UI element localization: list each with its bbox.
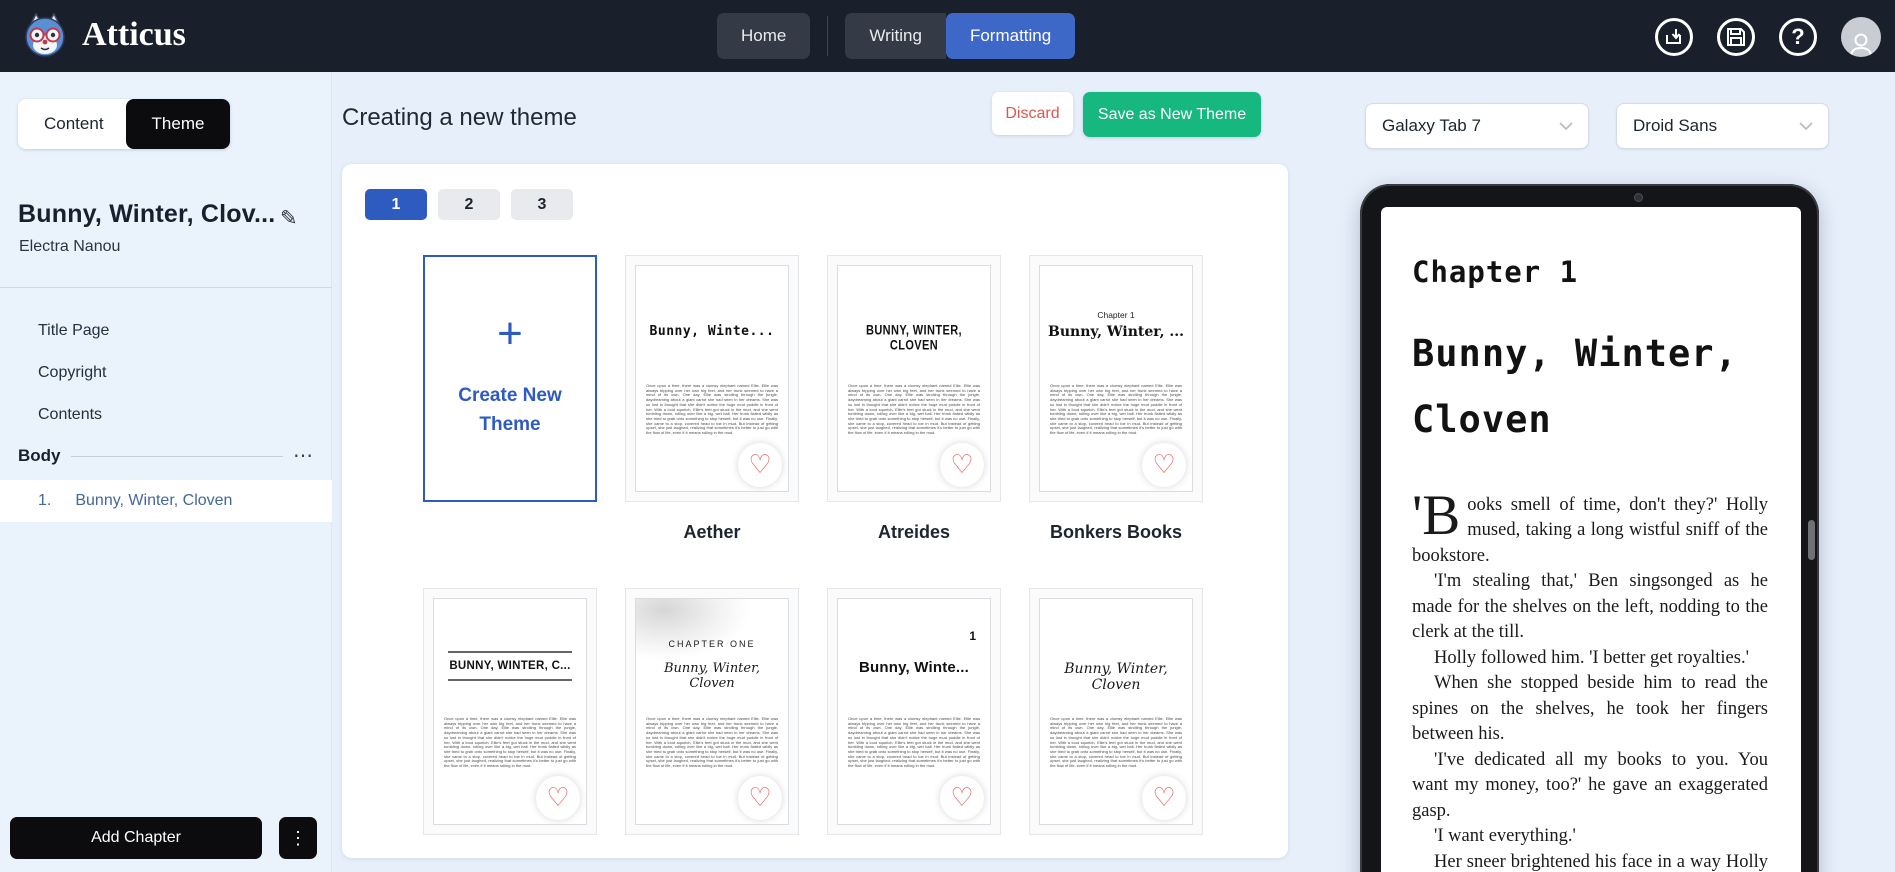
save-as-new-theme-button[interactable]: Save as New Theme — [1083, 92, 1261, 137]
theme-name: Atreides — [877, 522, 951, 542]
theme-gallery-panel: 1 2 3 + Create New Theme Bunny, Winte...… — [342, 164, 1288, 858]
tab-formatting[interactable]: Formatting — [945, 13, 1076, 59]
favorite-heart-icon[interactable]: ♡ — [940, 443, 984, 487]
save-icon[interactable] — [1717, 18, 1755, 56]
page-title: Creating a new theme — [342, 104, 577, 131]
nav-tabs: Home Writing Formatting — [717, 13, 1076, 59]
brand[interactable]: Atticus — [22, 12, 186, 58]
chapter-options-kebab-icon[interactable]: ⋮ — [279, 817, 317, 859]
theme-name: Aether — [683, 522, 741, 542]
device-select-value: Galaxy Tab 7 — [1382, 116, 1481, 135]
theme-preview-title: Bunny, Winter, C... — [448, 651, 572, 681]
theme-name: Bonkers Books — [1049, 522, 1183, 542]
favorite-heart-icon[interactable]: ♡ — [738, 776, 782, 820]
divider — [70, 455, 283, 457]
help-icon[interactable]: ? — [1779, 18, 1817, 56]
edit-title-icon[interactable]: ✎ — [280, 206, 298, 231]
sidebar: Content Theme Bunny, Winter, Clov... ✎ E… — [0, 72, 332, 872]
body-section-label: Body — [18, 446, 61, 465]
divider — [0, 287, 332, 288]
font-select[interactable]: Droid Sans — [1616, 103, 1829, 149]
theme-card-atreides[interactable]: Bunny, Winter, Cloven Once upon a time, … — [827, 255, 1001, 502]
export-icon[interactable] — [1655, 18, 1693, 56]
theme-preview-title: Bunny, Winte... — [649, 324, 775, 339]
sidebar-item-title-page[interactable]: Title Page — [0, 310, 332, 352]
drop-cap: 'B — [1412, 483, 1461, 547]
tablet-camera-dot — [1634, 193, 1643, 202]
theme-preview-title: Bunny, Winter, Cloven — [663, 661, 761, 691]
nav-divider — [827, 16, 829, 56]
chevron-down-icon — [1558, 121, 1574, 131]
favorite-heart-icon[interactable]: ♡ — [536, 776, 580, 820]
theme-preview-chapter-label: Chapter One — [668, 639, 756, 649]
tab-content[interactable]: Content — [18, 99, 130, 149]
favorite-heart-icon[interactable]: ♡ — [940, 776, 984, 820]
favorite-heart-icon[interactable]: ♡ — [1142, 776, 1186, 820]
favorite-heart-icon[interactable]: ♡ — [738, 443, 782, 487]
chapter-title: Bunny, Winter, Cloven — [75, 492, 233, 509]
create-new-theme-label: Create New Theme — [458, 385, 562, 435]
preview-chapter-label: Chapter 1 — [1412, 255, 1579, 289]
theme-preview-chapter-label: Chapter 1 — [1097, 310, 1135, 320]
atticus-logo-icon — [22, 12, 68, 58]
book-title: Bunny, Winter, Clov... — [18, 200, 276, 228]
tablet-preview-frame: Chapter 1 Bunny, Winter, Cloven 'B ooks s… — [1360, 184, 1819, 872]
preview-chapter-title: Bunny, Winter, Cloven — [1412, 332, 1738, 441]
theme-card[interactable]: Chapter One Bunny, Winter, Cloven Once u… — [625, 588, 799, 835]
create-new-theme-card[interactable]: + Create New Theme — [423, 255, 597, 502]
add-chapter-button[interactable]: Add Chapter — [10, 817, 262, 859]
tab-theme[interactable]: Theme — [125, 99, 231, 149]
theme-card[interactable]: 1 Bunny, Winte... Once upon a time, ther… — [827, 588, 1001, 835]
gallery-pagination: 1 2 3 — [365, 189, 573, 220]
chevron-down-icon — [1798, 121, 1814, 131]
discard-button[interactable]: Discard — [992, 92, 1073, 135]
theme-preview-title: Bunny, Winter, Cloven — [865, 323, 963, 353]
theme-card[interactable]: Bunny, Winter, C... Once upon a time, th… — [423, 588, 597, 835]
device-select[interactable]: Galaxy Tab 7 — [1365, 103, 1589, 149]
theme-card-bonkers-books[interactable]: Chapter 1 Bunny, Winter, ... Once upon a… — [1029, 255, 1203, 502]
page-button-3[interactable]: 3 — [511, 189, 573, 220]
sidebar-item-chapter-1[interactable]: 1. Bunny, Winter, Cloven — [0, 480, 332, 522]
chapter-number: 1. — [38, 492, 52, 509]
preview-body-text: 'B ooks smell of time, don't they?' Holly… — [1412, 483, 1768, 872]
watercolor-flower-decoration — [636, 599, 748, 659]
top-navbar: Atticus Home Writing Formatting ? — [0, 0, 1895, 72]
book-author: Electra Nanou — [19, 238, 121, 255]
page-button-1[interactable]: 1 — [365, 189, 427, 220]
sidebar-item-contents[interactable]: Contents — [0, 394, 332, 436]
theme-preview-page-number: 1 — [969, 629, 976, 643]
navbar-actions: ? — [1655, 17, 1881, 57]
page-button-2[interactable]: 2 — [438, 189, 500, 220]
sidebar-item-copyright[interactable]: Copyright — [0, 352, 332, 394]
tab-writing[interactable]: Writing — [845, 13, 946, 59]
app-window: Atticus Home Writing Formatting ? Conten… — [0, 0, 1895, 872]
theme-preview-title: Bunny, Winter, Cloven — [1064, 661, 1168, 693]
tablet-screen: Chapter 1 Bunny, Winter, Cloven 'B ooks s… — [1381, 207, 1801, 872]
theme-card[interactable]: Bunny, Winter, Cloven Once upon a time, … — [1029, 588, 1203, 835]
tab-home[interactable]: Home — [717, 13, 811, 59]
body-section-menu-icon[interactable]: ⋯ — [293, 446, 314, 466]
theme-card-aether[interactable]: Bunny, Winte... Once upon a time, there … — [625, 255, 799, 502]
theme-preview-title: Bunny, Winter, ... — [1048, 324, 1184, 340]
theme-preview-title: Bunny, Winte... — [858, 659, 970, 676]
sidebar-mode-switch: Content Theme — [18, 99, 231, 149]
plus-icon: + — [497, 309, 523, 358]
body-section-header: Body ⋯ — [18, 446, 314, 466]
avatar[interactable] — [1841, 17, 1881, 57]
brand-name: Atticus — [82, 16, 186, 53]
favorite-heart-icon[interactable]: ♡ — [1142, 443, 1186, 487]
font-select-value: Droid Sans — [1633, 116, 1718, 135]
tablet-side-button — [1808, 520, 1815, 560]
